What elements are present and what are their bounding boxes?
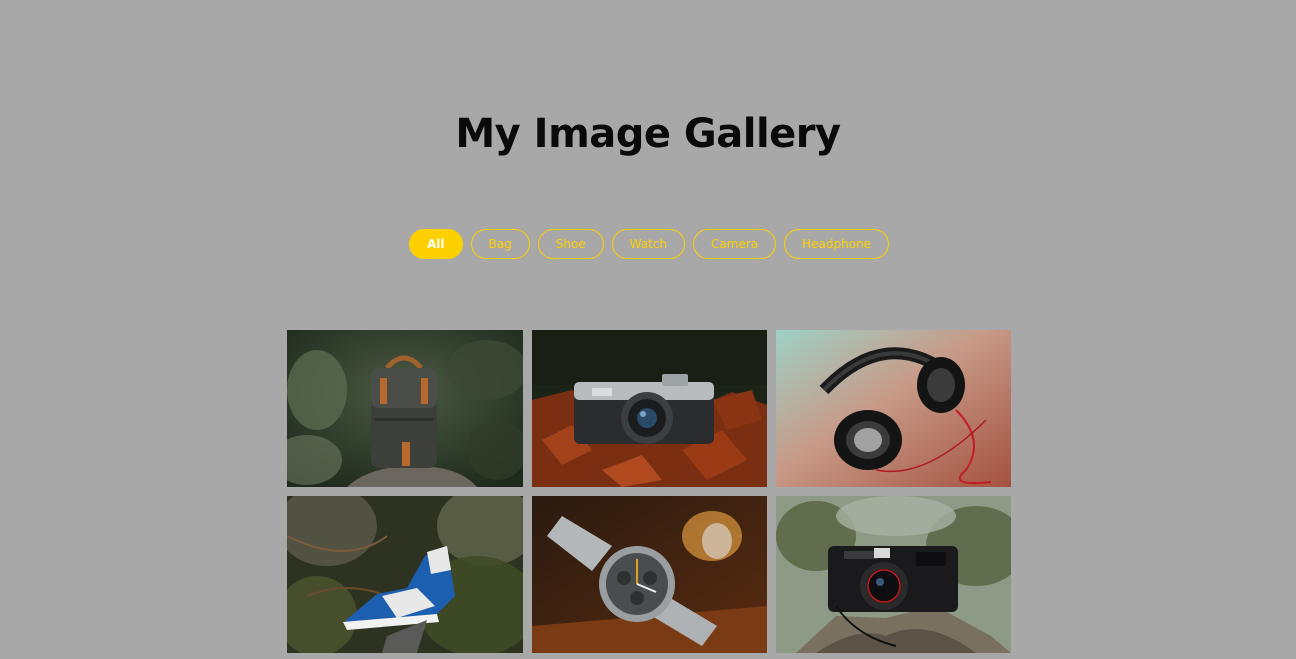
wristwatch-photo: [532, 496, 767, 653]
filter-bar: All Bag Shoe Watch Camera Headphone: [409, 229, 890, 259]
filter-headphone-button[interactable]: Headphone: [784, 229, 890, 259]
filter-bag-button[interactable]: Bag: [470, 229, 530, 259]
backpack-photo: [287, 330, 523, 487]
filter-shoe-button[interactable]: Shoe: [537, 229, 604, 259]
headphones-photo: [776, 330, 1011, 487]
sneaker-photo: [287, 496, 523, 653]
camera-on-leaves-photo: [532, 330, 767, 487]
filter-camera-button[interactable]: Camera: [693, 229, 777, 259]
filter-watch-button[interactable]: Watch: [611, 229, 686, 259]
page-title: My Image Gallery: [455, 111, 841, 157]
gallery-item-bag[interactable]: [287, 330, 523, 487]
gallery-item-watch[interactable]: [532, 496, 767, 653]
yashica-camera-photo: [776, 496, 1011, 653]
gallery-item-headphone[interactable]: [776, 330, 1011, 487]
gallery-item-camera[interactable]: [532, 330, 767, 487]
gallery-page: My Image Gallery All Bag Shoe Watch Came…: [0, 0, 1296, 659]
gallery-item-camera-2[interactable]: [776, 496, 1011, 653]
filter-all-button[interactable]: All: [409, 229, 463, 259]
image-grid: [287, 330, 1011, 653]
gallery-item-shoe[interactable]: [287, 496, 523, 653]
